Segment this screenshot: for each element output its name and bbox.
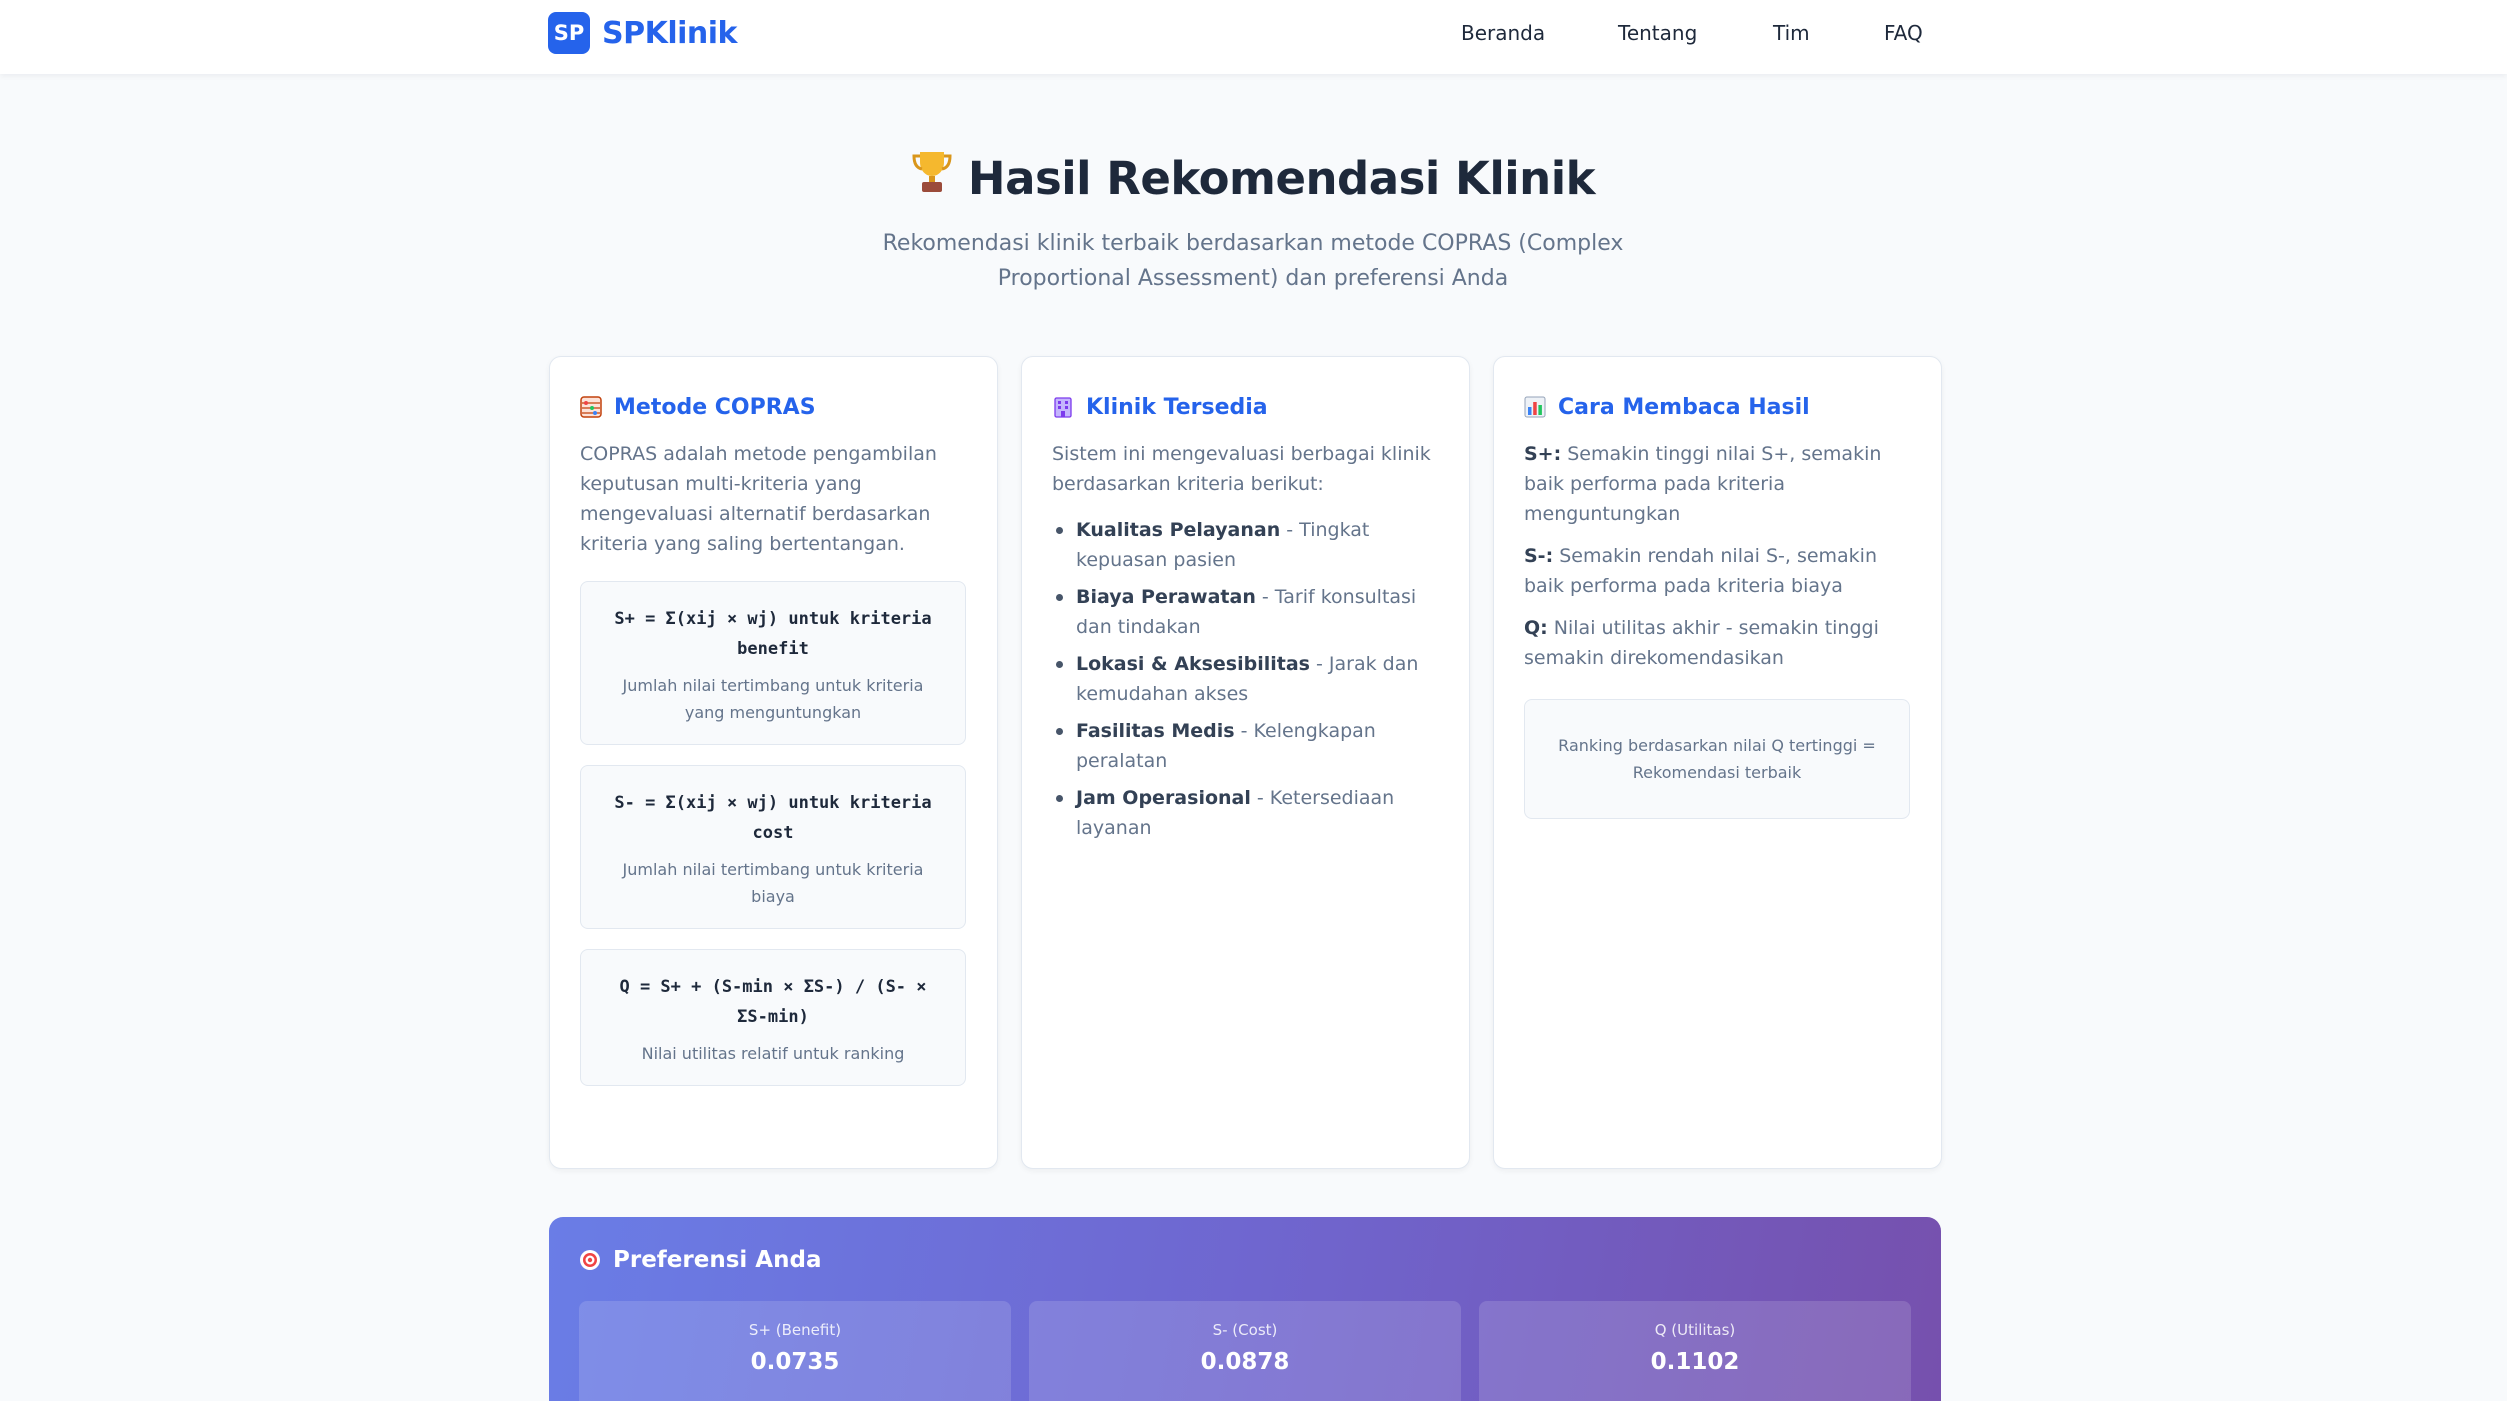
card-metode-copras: Metode COPRAS COPRAS adalah metode penga… — [549, 356, 998, 1169]
nav-link-tim[interactable]: Tim — [1773, 18, 1810, 48]
criteria-list: Kualitas Pelayanan - Tingkat kepuasan pa… — [1052, 515, 1439, 843]
stat-q: Q (Utilitas) 0.1102 — [1479, 1301, 1911, 1401]
stat-label: S+ (Benefit) — [748, 1321, 842, 1339]
stat-sminus: S- (Cost) 0.0878 — [1029, 1301, 1461, 1401]
clinic-building-icon — [1052, 396, 1074, 418]
formula-box-splus: S+ = Σ(xij × wj) untuk kriteria benefit … — [580, 581, 966, 745]
page-title-text: Hasil Rekomendasi Klinik — [967, 152, 1596, 205]
formula-splus-desc: Jumlah nilai tertimbang untuk kriteria y… — [622, 676, 924, 722]
preferensi-stats: S+ (Benefit) 0.0735 S- (Cost) 0.0878 Q (… — [579, 1301, 1929, 1401]
page-subtitle: Rekomendasi klinik terbaik berdasarkan m… — [882, 231, 1624, 291]
read-item-q: Q: Nilai utilitas akhir - semakin tinggi… — [1524, 613, 1911, 673]
brand-name: SPKlinik — [602, 15, 738, 51]
read-key: S+: — [1524, 443, 1562, 465]
formula-q: Q = S+ + (S-min × ΣS-) / (S- × ΣS-min) — [619, 977, 927, 1027]
read-text: Semakin rendah nilai S-, semakin baik pe… — [1524, 545, 1878, 597]
list-item: Biaya Perawatan - Tarif konsultasi dan t… — [1052, 582, 1439, 642]
stat-splus: S+ (Benefit) 0.0735 — [579, 1301, 1011, 1401]
preferensi-panel: Preferensi Anda S+ (Benefit) 0.0735 S- (… — [549, 1217, 1941, 1401]
preferensi-title: Preferensi Anda — [579, 1247, 1911, 1273]
criteria-name: Lokasi & Aksesibilitas — [1076, 653, 1310, 675]
klinik-description: Sistem ini mengevaluasi berbagai klinik … — [1052, 443, 1431, 495]
formula-sminus-desc: Jumlah nilai tertimbang untuk kriteria b… — [622, 860, 924, 906]
formula-box-q: Q = S+ + (S-min × ΣS-) / (S- × ΣS-min) N… — [580, 949, 966, 1086]
card-title-klinik-text: Klinik Tersedia — [1086, 394, 1268, 420]
stat-value: 0.0735 — [750, 1349, 840, 1375]
card-klinik-tersedia: Klinik Tersedia Sistem ini mengevaluasi … — [1021, 356, 1470, 1169]
nav-link-tentang[interactable]: Tentang — [1618, 18, 1697, 48]
nav-link-faq[interactable]: FAQ — [1884, 18, 1923, 48]
navbar: SP SPKlinik Beranda Tentang Tim FAQ — [0, 0, 2507, 74]
copras-description: COPRAS adalah metode pengambilan keputus… — [580, 443, 937, 555]
card-title-baca: Cara Membaca Hasil — [1524, 391, 1911, 423]
stat-label: S- (Cost) — [1212, 1321, 1278, 1339]
criteria-name: Kualitas Pelayanan — [1076, 519, 1281, 541]
card-cara-membaca: Cara Membaca Hasil S+: Semakin tinggi ni… — [1493, 356, 1942, 1169]
read-text: Nilai utilitas akhir - semakin tinggi se… — [1524, 617, 1879, 669]
nav-link-beranda[interactable]: Beranda — [1461, 18, 1545, 48]
stat-label: Q (Utilitas) — [1654, 1321, 1736, 1339]
preferensi-title-text: Preferensi Anda — [613, 1247, 822, 1273]
card-title-copras-text: Metode COPRAS — [614, 394, 816, 420]
list-item: Lokasi & Aksesibilitas - Jarak dan kemud… — [1052, 649, 1439, 709]
criteria-name: Biaya Perawatan — [1076, 586, 1256, 608]
list-item: Fasilitas Medis - Kelengkapan peralatan — [1052, 716, 1439, 776]
bar-chart-icon — [1524, 396, 1546, 418]
read-item-splus: S+: Semakin tinggi nilai S+, semakin bai… — [1524, 439, 1911, 529]
trophy-icon — [912, 148, 952, 205]
formula-sminus: S- = Σ(xij × wj) untuk kriteria cost — [614, 793, 932, 843]
list-item: Kualitas Pelayanan - Tingkat kepuasan pa… — [1052, 515, 1439, 575]
stat-value: 0.1102 — [1650, 1349, 1740, 1375]
brand-logo[interactable]: SP SPKlinik — [548, 12, 738, 54]
read-key: S-: — [1524, 545, 1554, 567]
formula-splus: S+ = Σ(xij × wj) untuk kriteria benefit — [614, 609, 932, 659]
list-item: Jam Operasional - Ketersediaan layanan — [1052, 783, 1439, 843]
stat-value: 0.0878 — [1200, 1349, 1290, 1375]
read-text: Semakin tinggi nilai S+, semakin baik pe… — [1524, 443, 1882, 525]
card-title-baca-text: Cara Membaca Hasil — [1558, 394, 1810, 420]
criteria-name: Fasilitas Medis — [1076, 720, 1235, 742]
formula-box-sminus: S- = Σ(xij × wj) untuk kriteria cost Jum… — [580, 765, 966, 929]
target-icon — [579, 1249, 601, 1271]
brand-badge: SP — [548, 12, 590, 54]
page-title: Hasil Rekomendasi Klinik — [0, 148, 2507, 205]
read-item-sminus: S-: Semakin rendah nilai S-, semakin bai… — [1524, 541, 1911, 601]
ranking-note: Ranking berdasarkan nilai Q tertinggi = … — [1524, 699, 1910, 819]
criteria-name: Jam Operasional — [1076, 787, 1251, 809]
formula-q-desc: Nilai utilitas relatif untuk ranking — [641, 1044, 905, 1063]
card-title-klinik: Klinik Tersedia — [1052, 391, 1439, 423]
abacus-icon — [580, 396, 602, 418]
card-title-copras: Metode COPRAS — [580, 391, 967, 423]
read-key: Q: — [1524, 617, 1548, 639]
